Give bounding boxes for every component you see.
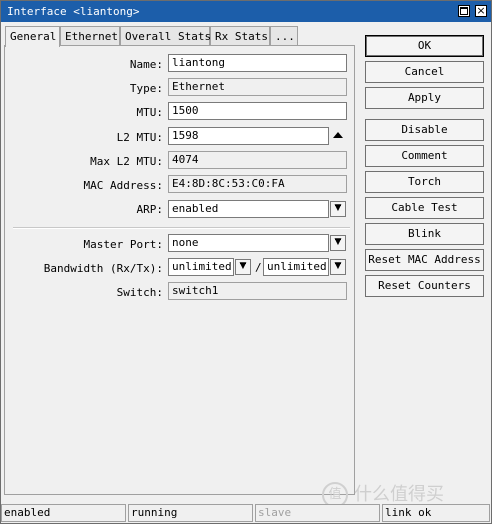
max-l2mtu-value: 4074 xyxy=(168,151,347,169)
arp-dropdown-icon[interactable]: ▼ xyxy=(330,201,346,217)
bandwidth-rx-dropdown-icon[interactable]: ▼ xyxy=(235,259,251,275)
torch-button[interactable]: Torch xyxy=(365,171,484,193)
window-title: Interface <liantong> xyxy=(7,5,140,18)
watermark-text: 什么值得买 xyxy=(354,484,444,505)
type-value: Ethernet xyxy=(168,78,347,96)
reset-mac-address-button[interactable]: Reset MAC Address xyxy=(365,249,484,271)
l2mtu-field[interactable]: 1598 xyxy=(168,127,329,145)
name-label: Name: xyxy=(129,58,163,71)
status-bar: enabled running slave link ok xyxy=(1,504,491,522)
master-port-label: Master Port: xyxy=(83,238,163,251)
maximize-icon[interactable] xyxy=(458,5,470,17)
cable-test-button[interactable]: Cable Test xyxy=(365,197,484,219)
bandwidth-rx-select[interactable]: unlimited xyxy=(168,258,234,276)
apply-button[interactable]: Apply xyxy=(365,87,484,109)
arp-label: ARP: xyxy=(136,203,164,216)
collapse-up-icon[interactable] xyxy=(333,132,343,138)
divider xyxy=(13,227,350,229)
mtu-field[interactable]: 1500 xyxy=(168,102,347,120)
type-label: Type: xyxy=(129,82,163,95)
bandwidth-label: Bandwidth (Rx/Tx): xyxy=(43,262,163,275)
close-icon[interactable]: × xyxy=(475,5,487,17)
comment-button[interactable]: Comment xyxy=(365,145,484,167)
tab-rx-stats[interactable]: Rx Stats xyxy=(210,26,270,45)
tab-more[interactable]: ... xyxy=(270,26,298,45)
reset-counters-button[interactable]: Reset Counters xyxy=(365,275,484,297)
ok-button[interactable]: OK xyxy=(365,35,484,57)
max-l2mtu-label: Max L2 MTU: xyxy=(90,155,163,168)
mtu-label: MTU: xyxy=(136,106,164,119)
general-panel: Name: liantong Type: Ethernet MTU: 1500 … xyxy=(4,45,355,495)
switch-value: switch1 xyxy=(168,282,347,300)
blink-button[interactable]: Blink xyxy=(365,223,484,245)
status-slave: slave xyxy=(255,504,380,522)
bandwidth-separator: / xyxy=(255,261,262,274)
bandwidth-tx-dropdown-icon[interactable]: ▼ xyxy=(330,259,346,275)
tab-ethernet[interactable]: Ethernet xyxy=(60,26,120,45)
disable-button[interactable]: Disable xyxy=(365,119,484,141)
master-port-dropdown-icon[interactable]: ▼ xyxy=(330,235,346,251)
tab-overall-stats[interactable]: Overall Stats xyxy=(120,26,211,45)
l2mtu-label: L2 MTU: xyxy=(116,131,163,144)
interface-window: Interface <liantong> × General Ethernet … xyxy=(0,0,492,524)
master-port-select[interactable]: none xyxy=(168,234,329,252)
mac-label: MAC Address: xyxy=(83,179,163,192)
switch-label: Switch: xyxy=(116,286,163,299)
status-running: running xyxy=(128,504,253,522)
mac-value: E4:8D:8C:53:C0:FA xyxy=(168,175,347,193)
bandwidth-tx-select[interactable]: unlimited xyxy=(263,258,329,276)
status-link: link ok xyxy=(382,504,490,522)
arp-select[interactable]: enabled xyxy=(168,200,329,218)
tab-general[interactable]: General xyxy=(5,26,60,47)
status-enabled: enabled xyxy=(1,504,126,522)
title-bar[interactable]: Interface <liantong> × xyxy=(1,1,491,22)
name-field[interactable]: liantong xyxy=(168,54,347,72)
cancel-button[interactable]: Cancel xyxy=(365,61,484,83)
